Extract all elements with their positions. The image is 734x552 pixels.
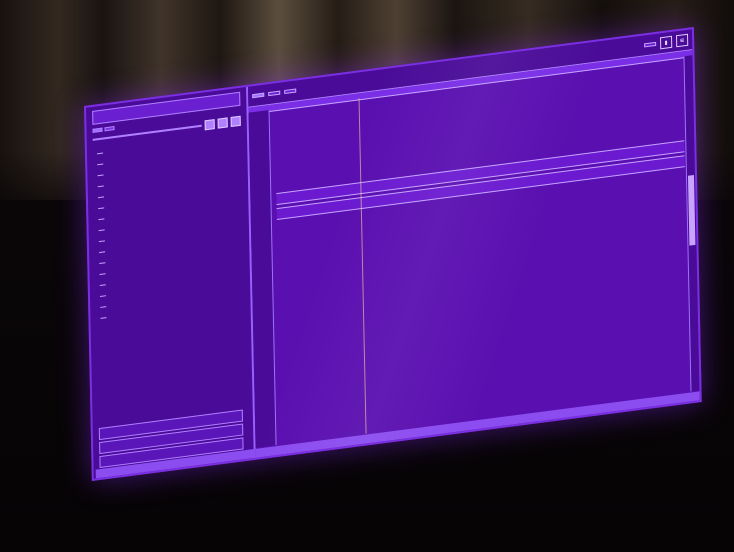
menu-icon[interactable]: ≡	[675, 33, 689, 48]
tree-item-count	[240, 294, 244, 305]
tree-item-count	[238, 196, 242, 207]
toolbar-button-2[interactable]	[217, 117, 228, 129]
split-icon[interactable]: ▮	[659, 35, 673, 50]
scrollbar-thumb[interactable]	[687, 174, 696, 246]
editor-tab-4[interactable]	[644, 41, 657, 48]
tree-item-count	[239, 217, 243, 228]
toolbar-button-1[interactable]	[204, 119, 215, 131]
tree-item-count	[238, 174, 242, 185]
editor-area: ▮ ≡	[248, 29, 700, 458]
tree-item-count	[237, 130, 241, 141]
editor-tab-2[interactable]	[268, 90, 281, 97]
left-tab-1[interactable]	[92, 127, 103, 133]
tree-item-count	[240, 272, 244, 283]
tree-item-count	[238, 163, 242, 174]
tree-item-count	[240, 283, 244, 294]
file-tree	[93, 130, 245, 325]
tree-item-count	[239, 250, 243, 261]
editor-tab-1[interactable]	[252, 92, 265, 99]
tree-item-count	[239, 206, 243, 217]
tree-item-count	[238, 185, 242, 196]
tree-item-count	[237, 141, 241, 152]
monitor-screen: ▮ ≡	[84, 26, 702, 482]
left-tab-2[interactable]	[104, 126, 115, 132]
toolbar-button-3[interactable]	[230, 115, 241, 127]
left-panel	[86, 86, 256, 479]
line-number	[253, 326, 273, 338]
tree-item-count	[239, 239, 243, 250]
tree-item-count	[239, 228, 243, 239]
tree-item-count	[240, 261, 244, 272]
editor-tab-3[interactable]	[284, 88, 297, 95]
code-editor[interactable]	[248, 56, 690, 448]
tree-item-count	[237, 152, 241, 163]
